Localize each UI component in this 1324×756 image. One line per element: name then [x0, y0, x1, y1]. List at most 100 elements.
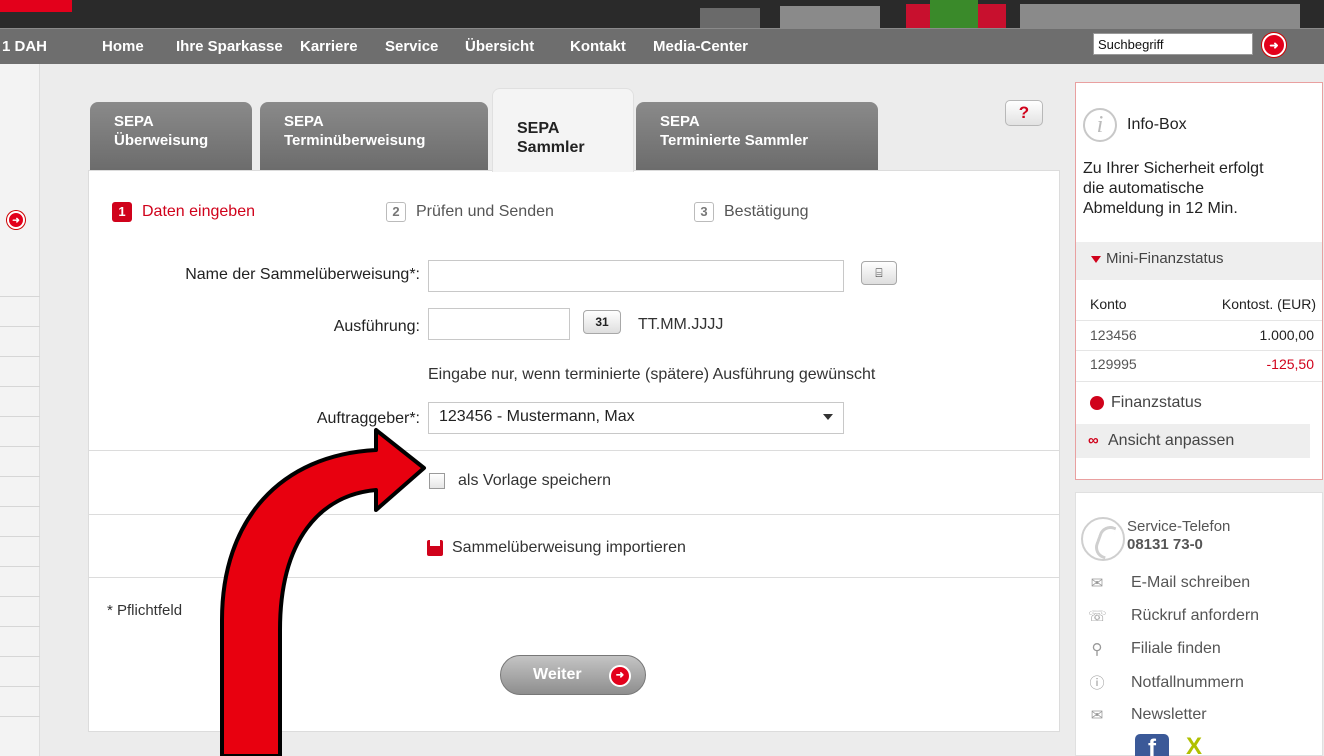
column-header-konto: Konto — [1090, 296, 1127, 312]
row-divider — [1076, 320, 1322, 321]
save-template-label[interactable]: als Vorlage speichern — [458, 472, 611, 490]
account-balance: 1.000,00 — [1259, 327, 1315, 343]
facebook-icon[interactable]: f — [1135, 734, 1169, 756]
date-format-hint: TT.MM.JJJJ — [638, 316, 724, 333]
sidebar-divider — [0, 656, 40, 657]
step-label: Bestätigung — [724, 203, 809, 220]
header-banner — [0, 0, 1324, 28]
mini-finanzstatus-title[interactable]: Mini-Finanzstatus — [1106, 250, 1224, 267]
nav-media-center[interactable]: Media-Center — [653, 29, 748, 65]
step-bestaetigung: 3 Bestätigung — [694, 202, 809, 222]
emergency-numbers-link[interactable]: Notfallnummern — [1131, 674, 1244, 692]
callback-link[interactable]: Rückruf anfordern — [1131, 607, 1259, 625]
row-divider — [1076, 381, 1322, 382]
xing-icon[interactable]: X — [1186, 735, 1216, 756]
search-input[interactable] — [1093, 33, 1253, 55]
tab-line2: Überweisung — [114, 132, 209, 149]
sidebar-divider — [0, 566, 40, 567]
triangle-down-icon — [1091, 256, 1101, 263]
sidebar-divider — [0, 596, 40, 597]
next-button[interactable]: Weiter ➜ — [500, 655, 646, 695]
email-link[interactable]: E-Mail schreiben — [1131, 574, 1250, 592]
nav-kontakt[interactable]: Kontakt — [570, 29, 626, 65]
tab-line2: Terminüberweisung — [284, 132, 426, 149]
sidebar-divider — [0, 506, 40, 507]
service-phone-number: 08131 73-0 — [1127, 536, 1203, 553]
sidebar-divider — [0, 296, 40, 297]
nav-service[interactable]: Service — [385, 29, 438, 65]
sidebar-divider — [0, 326, 40, 327]
search-submit-button[interactable]: ➜ — [1262, 33, 1286, 57]
session-message: Abmeldung in 12 Min. — [1083, 200, 1238, 217]
newsletter-icon: ✉ — [1090, 707, 1104, 724]
step-number: 2 — [386, 202, 406, 222]
section-divider — [89, 514, 1060, 515]
step-number: 1 — [112, 202, 132, 222]
required-field-note: * Pflichtfeld — [107, 602, 183, 619]
info-box — [1075, 82, 1323, 480]
sepa-form-panel — [88, 170, 1060, 732]
principal-label: Auftraggeber*: — [316, 410, 420, 427]
tab-line1: SEPA — [114, 113, 154, 130]
tab-sepa-terminueberweisung[interactable]: SEPA Terminüberweisung — [260, 102, 488, 170]
section-divider — [89, 577, 1060, 578]
magnifier-icon: ⚲ — [1091, 641, 1103, 658]
service-phone-title: Service-Telefon — [1127, 518, 1231, 535]
sidebar-divider — [0, 356, 40, 357]
account-number[interactable]: 123456 — [1090, 327, 1137, 343]
nav-uebersicht[interactable]: Übersicht — [465, 29, 534, 65]
principal-select[interactable]: 123456 - Mustermann, Max — [428, 402, 844, 434]
tab-sepa-ueberweisung[interactable]: SEPA Überweisung — [90, 102, 252, 170]
sidebar-divider — [0, 686, 40, 687]
arrow-right-icon: ➜ — [1269, 39, 1279, 52]
nav-home[interactable]: Home — [102, 29, 144, 65]
tab-sepa-terminierte-sammler[interactable]: SEPA Terminierte Sammler — [636, 102, 878, 170]
address-book-icon[interactable]: ⌸ — [861, 261, 897, 285]
arrow-right-icon: ➜ — [609, 665, 631, 687]
execution-date-label: Ausführung: — [333, 318, 420, 335]
tab-line1: SEPA — [284, 113, 324, 130]
arrow-right-icon — [1090, 396, 1104, 410]
finanzstatus-link[interactable]: Finanzstatus — [1111, 394, 1202, 412]
sidebar-divider — [0, 416, 40, 417]
newsletter-link[interactable]: Newsletter — [1131, 706, 1207, 724]
arrow-right-icon: ➜ — [12, 214, 20, 225]
banner-gift-ribbon — [930, 0, 978, 28]
sidebar-divider — [0, 476, 40, 477]
name-field-label: Name der Sammelüberweisung*: — [185, 266, 420, 283]
principal-selected-value: 123456 - Mustermann, Max — [439, 408, 635, 425]
import-link[interactable]: Sammelüberweisung importieren — [452, 539, 686, 557]
tab-sepa-sammler[interactable]: SEPA Sammler — [492, 88, 634, 172]
calendar-icon[interactable]: 31 — [583, 310, 621, 334]
callback-phone-icon: ☏ — [1088, 608, 1107, 625]
banner-photo — [780, 6, 880, 28]
tab-line2: Sammler — [517, 139, 585, 156]
sidebar-expand-icon[interactable]: ➜ — [7, 211, 25, 229]
execution-hint: Eingabe nur, wenn terminierte (spätere) … — [428, 366, 876, 383]
sidebar-divider — [0, 626, 40, 627]
save-template-checkbox[interactable] — [429, 473, 445, 489]
execution-date-input[interactable] — [428, 308, 570, 340]
help-button[interactable]: ? — [1005, 100, 1043, 126]
account-balance: -125,50 — [1266, 356, 1314, 372]
name-sammelueberweisung-input[interactable] — [428, 260, 844, 292]
banner-photo — [700, 8, 760, 28]
import-disk-icon[interactable] — [427, 540, 443, 556]
step-label: Daten eingeben — [142, 203, 255, 220]
tab-line1: SEPA — [517, 120, 560, 137]
step-number: 3 — [694, 202, 714, 222]
session-message: Zu Ihrer Sicherheit erfolgt — [1083, 160, 1264, 177]
account-number[interactable]: 129995 — [1090, 356, 1137, 372]
chevron-down-icon — [823, 414, 833, 420]
step-daten-eingeben: 1 Daten eingeben — [112, 202, 255, 222]
left-sidebar — [0, 64, 40, 756]
tab-line1: SEPA — [660, 113, 700, 130]
adjust-view-link[interactable]: Ansicht anpassen — [1108, 432, 1234, 450]
nav-ihre-sparkasse[interactable]: Ihre Sparkasse — [176, 29, 283, 65]
session-message: die automatische — [1083, 180, 1204, 197]
nav-left-fragment[interactable]: 1 DAH — [2, 29, 47, 65]
next-button-label: Weiter — [533, 666, 582, 683]
step-pruefen-senden: 2 Prüfen und Senden — [386, 202, 554, 222]
branch-finder-link[interactable]: Filiale finden — [1131, 640, 1221, 658]
nav-karriere[interactable]: Karriere — [300, 29, 358, 65]
